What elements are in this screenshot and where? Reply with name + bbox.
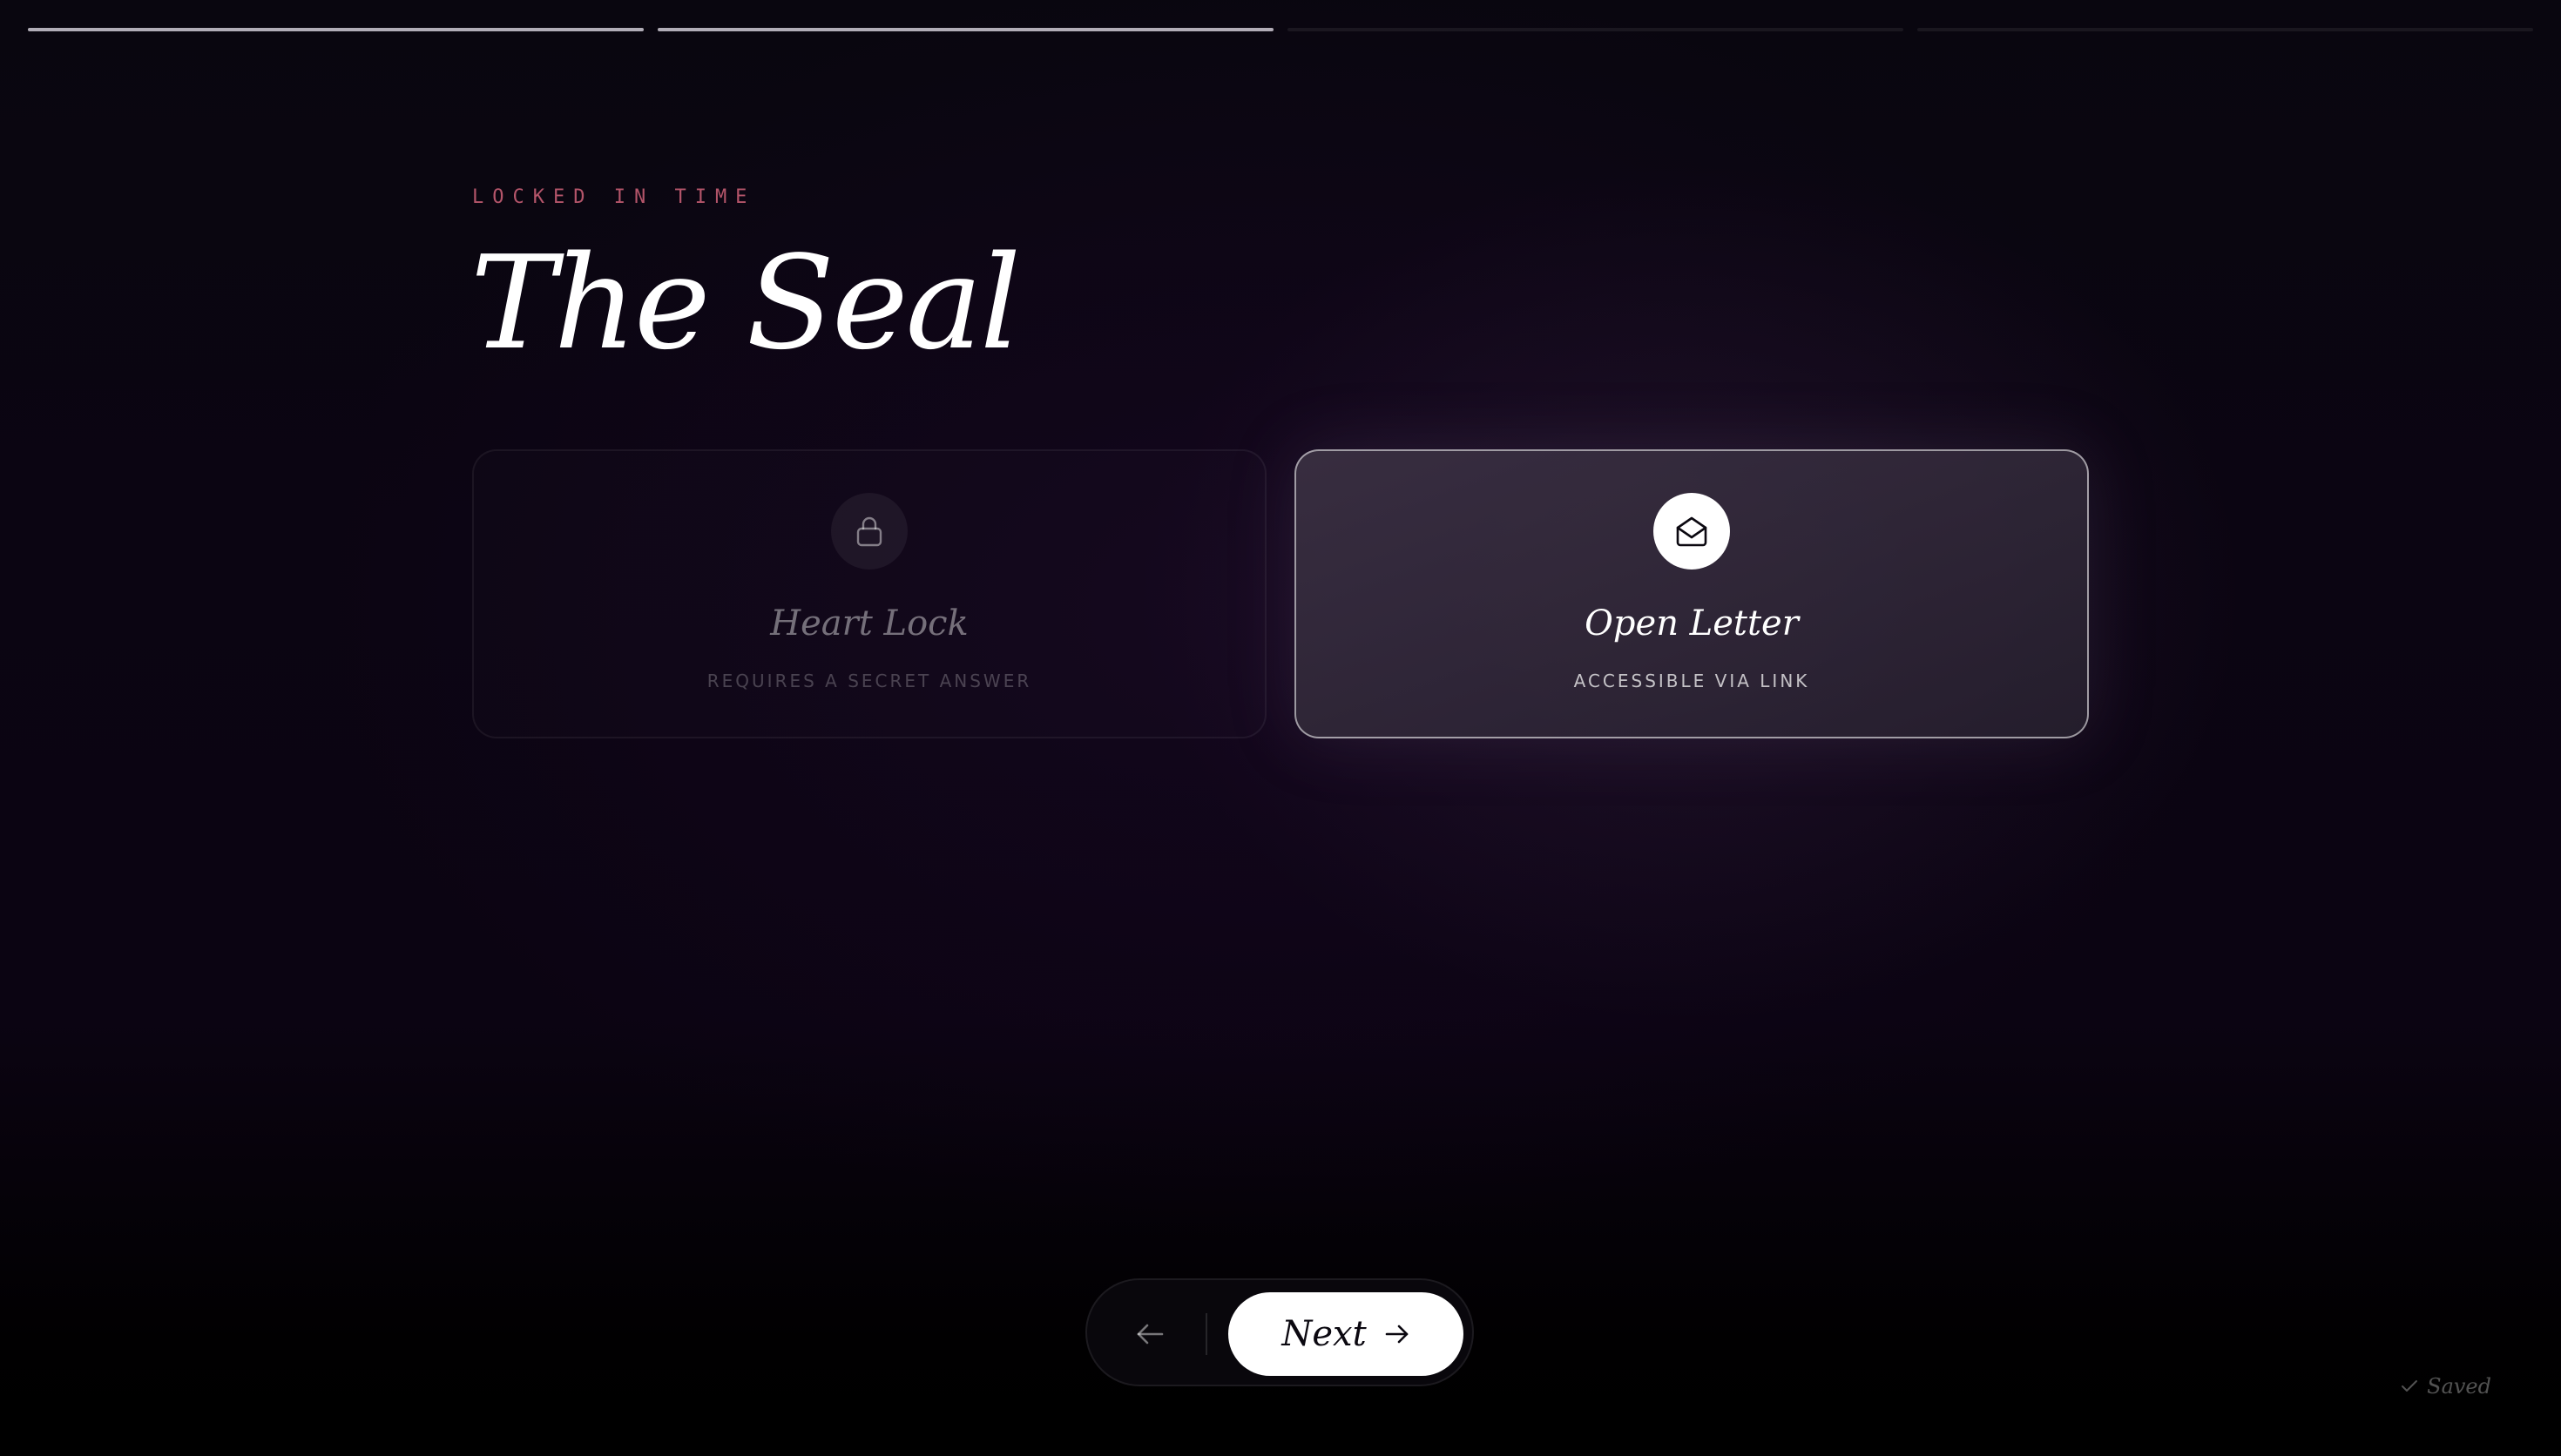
arrow-right-icon <box>1385 1325 1408 1344</box>
next-button-label: Next <box>1281 1314 1367 1354</box>
option-subtitle: REQUIRES A SECRET ANSWER <box>706 671 1032 691</box>
arrow-left-icon <box>1137 1324 1164 1345</box>
saved-status: Saved <box>2401 1374 2491 1399</box>
option-card-heart-lock[interactable]: Heart Lock REQUIRES A SECRET ANSWER <box>472 449 1267 738</box>
saved-label: Saved <box>2427 1374 2491 1399</box>
option-title: Open Letter <box>1585 603 1799 644</box>
progress-segment-2 <box>658 28 1274 31</box>
option-title: Heart Lock <box>770 603 969 644</box>
step-navigation: Next <box>1085 1278 1474 1386</box>
next-button[interactable]: Next <box>1228 1292 1463 1376</box>
page-title: The Seal <box>470 228 1021 378</box>
section-eyebrow: LOCKED IN TIME <box>472 186 756 208</box>
lock-icon <box>831 493 908 570</box>
option-subtitle: ACCESSIBLE VIA LINK <box>1573 671 1810 691</box>
option-card-open-letter[interactable]: Open Letter ACCESSIBLE VIA LINK <box>1294 449 2089 738</box>
progress-segment-1 <box>28 28 644 31</box>
check-icon <box>2402 1380 2418 1392</box>
progress-segment-3 <box>1287 28 1903 31</box>
progress-segment-4 <box>1917 28 2533 31</box>
progress-bar <box>28 28 2533 31</box>
envelope-open-icon <box>1653 493 1730 570</box>
nav-divider <box>1206 1313 1207 1355</box>
back-button[interactable] <box>1122 1306 1178 1362</box>
